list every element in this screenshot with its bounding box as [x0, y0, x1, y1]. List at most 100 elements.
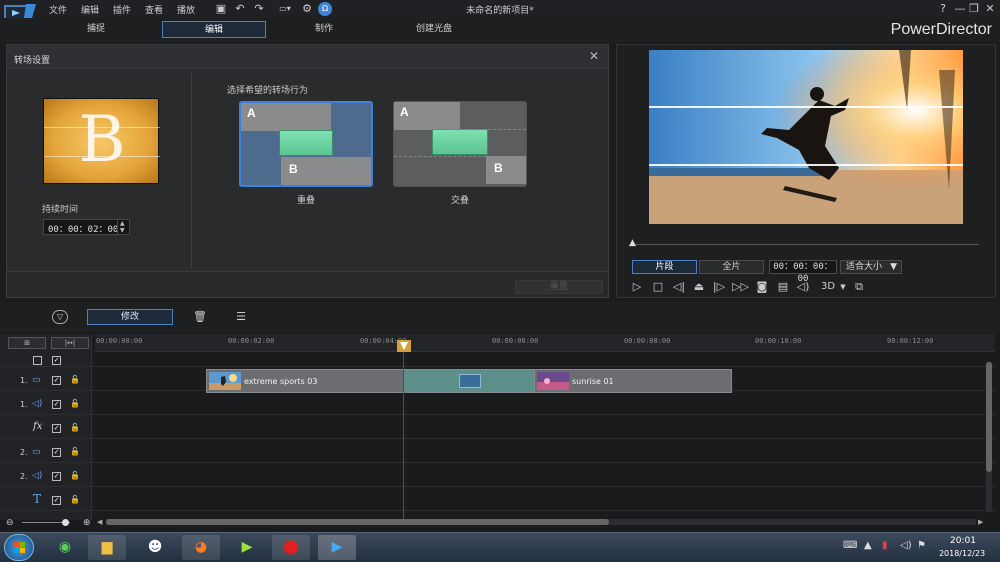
taskbar-powerdirector-icon[interactable]: ▶ — [318, 535, 356, 560]
previous-frame-icon[interactable]: ◁| — [671, 280, 687, 294]
tab-edit[interactable]: 编辑 — [162, 21, 266, 38]
zoom-out-icon[interactable]: ⊖ — [6, 518, 14, 528]
track-manager-icon[interactable]: ⊞ — [8, 337, 46, 349]
camera-icon[interactable]: ◙ — [754, 280, 770, 294]
clip-mode-button[interactable]: 片段 — [632, 260, 697, 274]
redo-icon[interactable]: ↷ — [252, 2, 266, 16]
undock-icon[interactable]: ⧉ — [851, 280, 867, 294]
spin-down-icon[interactable]: ▼ — [120, 227, 125, 234]
save-icon[interactable]: ▣ — [214, 2, 228, 16]
menu-play[interactable]: 播放 — [177, 3, 195, 16]
volume-icon[interactable]: ◁) — [795, 280, 811, 294]
clock-time[interactable]: 20:01 — [938, 536, 988, 546]
video-clip[interactable]: sunrise 01 — [534, 369, 732, 393]
taskbar-explorer-icon[interactable]: ▆ — [88, 535, 126, 560]
vertical-scrollbar-thumb[interactable] — [986, 362, 992, 472]
playhead-handle[interactable] — [397, 340, 411, 352]
stop-icon[interactable]: □ — [650, 280, 666, 294]
volume-tray-icon[interactable]: ◁) — [900, 540, 912, 551]
keyboard-icon[interactable]: ⌨ — [843, 540, 857, 551]
track-enable-checkbox[interactable]: ✓ — [52, 472, 61, 481]
track-enable-checkbox[interactable]: ✓ — [52, 496, 61, 505]
timecode-field[interactable]: 00：00：00：00 — [769, 260, 837, 284]
master-enable-checkbox[interactable]: ✓ — [52, 356, 61, 365]
chevron-down-icon[interactable]: ▼ — [835, 280, 851, 294]
menu-view[interactable]: 查看 — [145, 3, 163, 16]
tab-capture[interactable]: 捕捉 — [58, 21, 134, 38]
duration-field[interactable]: 00：00：02：00 ▲ ▼ — [43, 219, 130, 235]
clock-date[interactable]: 2018/12/23 — [930, 549, 994, 558]
lock-icon[interactable]: 🔓 — [70, 399, 80, 408]
play-icon[interactable]: ▷ — [629, 280, 645, 294]
track-enable-checkbox[interactable]: ✓ — [52, 424, 61, 433]
close-button[interactable]: ✕ — [983, 2, 997, 15]
spin-up-icon[interactable]: ▲ — [120, 220, 125, 227]
playhead-marker-icon[interactable] — [397, 340, 411, 352]
aspect-ratio-icon[interactable]: ▭▾ — [274, 2, 296, 16]
clip-b-block: B — [281, 157, 371, 185]
fast-forward-icon[interactable]: ▷▷ — [732, 280, 749, 294]
duration-label: 持续时间 — [42, 205, 79, 215]
scroll-right-icon[interactable]: ▶ — [978, 518, 983, 526]
tick-label: 00:00:06:00 — [492, 337, 539, 345]
video-clip[interactable]: extreme sports 03 — [206, 369, 536, 393]
taskbar-firefox-icon[interactable]: ◕ — [182, 535, 220, 560]
account-icon[interactable]: Ω — [318, 2, 332, 16]
undo-icon[interactable]: ↶ — [233, 2, 247, 16]
horizontal-scrollbar[interactable] — [106, 519, 976, 525]
tray-expand-icon[interactable]: ▲ — [864, 540, 872, 551]
track-enable-checkbox[interactable]: ✓ — [52, 400, 61, 409]
fit-timeline-icon[interactable]: |↔| — [51, 337, 89, 349]
track-number: 1. — [20, 400, 28, 409]
edit-list-icon[interactable]: ☰ — [232, 309, 250, 325]
fit-size-value: 适合大小 — [846, 262, 883, 272]
reset-button[interactable]: 重置 — [515, 280, 603, 294]
next-frame-icon[interactable]: |▷ — [711, 280, 727, 294]
snapshot-marker-icon[interactable]: ⏏ — [691, 280, 707, 294]
close-icon[interactable]: ✕ — [589, 49, 599, 63]
taskbar-recorder-icon[interactable]: ⬤ — [272, 535, 310, 560]
taskbar-video-editor-icon[interactable]: ▶ — [228, 535, 266, 560]
movie-mode-button[interactable]: 全片 — [699, 260, 764, 274]
network-icon[interactable]: ▮ — [882, 540, 888, 551]
fit-size-select[interactable]: 适合大小 ▼ — [840, 260, 902, 274]
trash-icon[interactable]: 🗑 — [191, 309, 209, 325]
menu-file[interactable]: 文件 — [49, 3, 67, 16]
master-checkbox[interactable] — [33, 356, 42, 365]
scrubber-handle-icon[interactable]: ▲ — [629, 238, 636, 248]
cross-option[interactable]: A B — [393, 101, 527, 187]
subtitle-icon[interactable]: ▤ — [775, 280, 791, 294]
notification-icon[interactable]: ⚑ — [917, 540, 926, 551]
settings-gear-icon[interactable]: ⚙ — [300, 2, 314, 16]
lock-icon[interactable]: 🔓 — [70, 495, 80, 504]
start-button[interactable] — [4, 534, 34, 561]
menu-plugins[interactable]: 插件 — [113, 3, 131, 16]
maximize-button[interactable]: ❐ — [967, 2, 981, 15]
lock-icon[interactable]: 🔓 — [70, 423, 80, 432]
duration-spinner[interactable]: ▲ ▼ — [117, 220, 129, 234]
minimize-button[interactable]: — — [953, 2, 967, 15]
track-enable-checkbox[interactable]: ✓ — [52, 376, 61, 385]
track-enable-checkbox[interactable]: ✓ — [52, 448, 61, 457]
taskbar-qq-icon[interactable]: ☻ — [136, 535, 174, 560]
preview-scrubber[interactable] — [633, 244, 979, 245]
lock-icon[interactable]: 🔓 — [70, 447, 80, 456]
chevron-down-icon: ▼ — [890, 262, 897, 272]
zoom-slider-handle[interactable] — [62, 519, 69, 526]
taskbar-app-360-icon[interactable]: ◉ — [46, 535, 84, 560]
zoom-in-icon[interactable]: ⊕ — [83, 518, 91, 528]
dropdown-circle-icon[interactable]: ▽ — [52, 310, 68, 324]
vertical-scrollbar[interactable] — [986, 362, 992, 512]
tab-create-disc[interactable]: 创建光盘 — [396, 21, 472, 38]
tick-label: 00:00:10:00 — [755, 337, 802, 345]
lock-icon[interactable]: 🔓 — [70, 375, 80, 384]
help-button[interactable]: ? — [936, 2, 950, 15]
modify-button[interactable]: 修改 — [87, 309, 173, 325]
scroll-left-icon[interactable]: ◀ — [97, 518, 102, 526]
menu-edit[interactable]: 编辑 — [81, 3, 99, 16]
horizontal-scrollbar-thumb[interactable] — [106, 519, 609, 525]
overlap-option[interactable]: A B — [239, 101, 373, 187]
tab-produce[interactable]: 制作 — [286, 21, 362, 38]
duration-value[interactable]: 00：00：02：00 — [48, 222, 118, 235]
lock-icon[interactable]: 🔓 — [70, 471, 80, 480]
